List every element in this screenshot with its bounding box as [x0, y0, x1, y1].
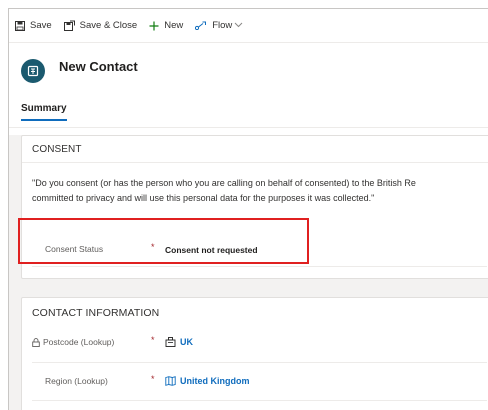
- lock-icon: [32, 337, 40, 347]
- region-label: Region (Lookup): [45, 376, 108, 386]
- plus-icon: [149, 21, 159, 30]
- building-icon: [165, 337, 176, 347]
- flow-button[interactable]: Flow: [195, 20, 248, 31]
- app-window: Save Save & Close New Flow New Contact S…: [8, 8, 488, 410]
- highlight-box: [18, 218, 309, 264]
- flow-label: Flow: [212, 20, 233, 31]
- save-button[interactable]: Save: [15, 20, 52, 31]
- contact-avatar: [21, 59, 45, 83]
- section-divider: [22, 162, 488, 163]
- flow-icon: [195, 21, 207, 30]
- postcode-label: Postcode (Lookup): [32, 337, 114, 347]
- new-button[interactable]: New: [149, 20, 183, 31]
- postcode-value-link[interactable]: UK: [165, 337, 193, 347]
- consent-text-line-1: "Do you consent (or has the person who y…: [32, 178, 416, 188]
- new-label: New: [164, 20, 184, 31]
- save-close-label: Save & Close: [79, 20, 138, 31]
- contact-information-section: CONTACT INFORMATION Postcode (Lookup) * …: [21, 297, 488, 410]
- field-divider: [32, 400, 487, 401]
- consent-section-title: CONSENT: [32, 144, 82, 155]
- required-marker: *: [151, 374, 155, 384]
- record-header: New Contact Summary: [9, 43, 488, 135]
- contact-information-title: CONTACT INFORMATION: [32, 307, 160, 319]
- save-label: Save: [30, 20, 52, 31]
- field-divider: [32, 266, 487, 267]
- field-divider: [32, 362, 487, 363]
- save-icon: [15, 20, 25, 31]
- page-title: New Contact: [59, 59, 138, 74]
- chevron-down-icon[interactable]: [234, 20, 248, 31]
- postcode-value: UK: [180, 337, 193, 347]
- command-bar: Save Save & Close New Flow: [9, 9, 488, 43]
- contact-card-icon: [27, 65, 39, 77]
- postcode-label-text: Postcode (Lookup): [43, 337, 115, 347]
- region-value: United Kingdom: [180, 376, 250, 386]
- save-close-icon: [63, 20, 75, 31]
- required-marker: *: [151, 335, 155, 345]
- map-icon: [165, 376, 176, 386]
- save-close-button[interactable]: Save & Close: [63, 20, 138, 31]
- consent-text-line-2: committed to privacy and will use this p…: [32, 193, 375, 203]
- header-divider: [9, 127, 488, 128]
- tab-summary[interactable]: Summary: [21, 103, 67, 121]
- region-value-link[interactable]: United Kingdom: [165, 376, 250, 386]
- consent-question-text: "Do you consent (or has the person who y…: [32, 176, 488, 206]
